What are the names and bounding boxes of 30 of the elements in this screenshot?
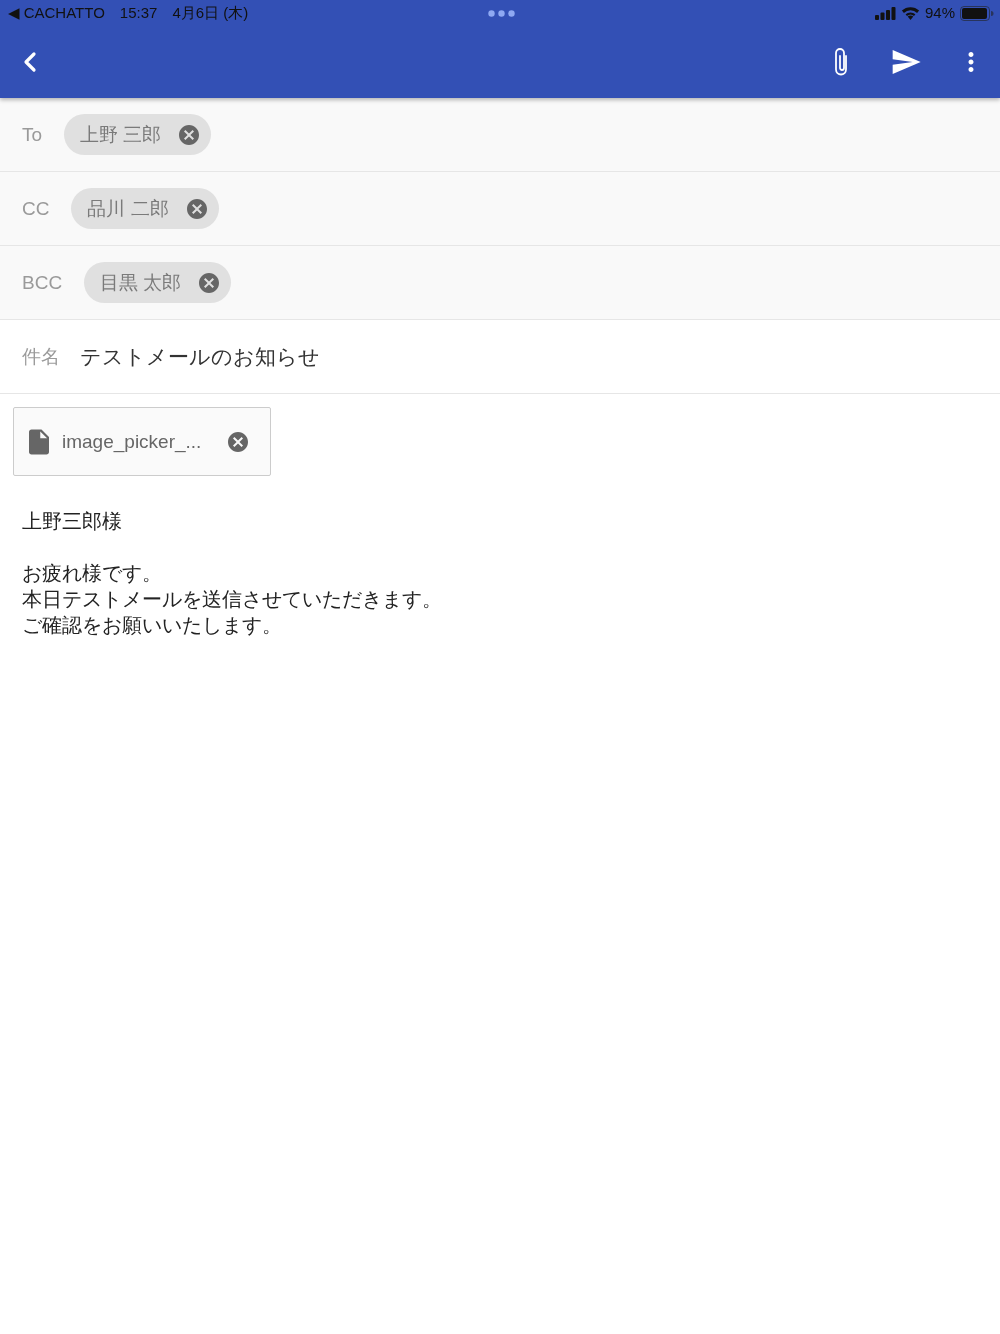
dots-icon[interactable] bbox=[487, 9, 515, 17]
field-label: 件名 bbox=[22, 344, 60, 369]
attachment-filename: image_picker_... bbox=[62, 430, 203, 453]
message-text-line: ご確認をお願いいたします。 bbox=[22, 613, 282, 638]
recipient-name: 目黒 太郎 bbox=[100, 270, 182, 295]
remove-icon[interactable] bbox=[177, 122, 202, 147]
recipient-chip[interactable]: 目黒 太郎 bbox=[84, 262, 232, 303]
recipient-name: 上野 三郎 bbox=[80, 122, 162, 147]
field-label: CC bbox=[22, 197, 50, 220]
battery-percent: 94% bbox=[924, 4, 955, 22]
recipient-chip[interactable]: 上野 三郎 bbox=[64, 114, 212, 155]
attachment-card[interactable]: image_picker_... bbox=[13, 407, 271, 476]
status-time: 15:37 bbox=[119, 4, 158, 22]
message-text-line: 上野三郎様 bbox=[22, 509, 122, 534]
recipient-name: 品川 二郎 bbox=[87, 196, 169, 221]
signal-icon bbox=[874, 6, 896, 20]
battery-icon bbox=[960, 5, 994, 21]
field-label: BCC bbox=[22, 271, 63, 294]
remove-icon[interactable] bbox=[226, 429, 250, 454]
remove-icon[interactable] bbox=[197, 270, 222, 295]
status-date: 4月6日 (木) bbox=[172, 4, 249, 22]
message-text-line: 本日テストメールを送信させていただきます。 bbox=[22, 587, 442, 612]
back-to-app-link[interactable]: ◀ CACHATTO bbox=[8, 4, 105, 22]
wifi-icon bbox=[900, 6, 920, 20]
remove-icon[interactable] bbox=[184, 196, 209, 221]
recipient-chip[interactable]: 品川 二郎 bbox=[71, 188, 219, 229]
message-text-line: お疲れ様です。 bbox=[22, 561, 162, 586]
field-label: To bbox=[22, 123, 43, 146]
paperclip-icon[interactable] bbox=[832, 47, 850, 77]
subject-field[interactable]: テストメールのお知らせ bbox=[80, 342, 320, 371]
